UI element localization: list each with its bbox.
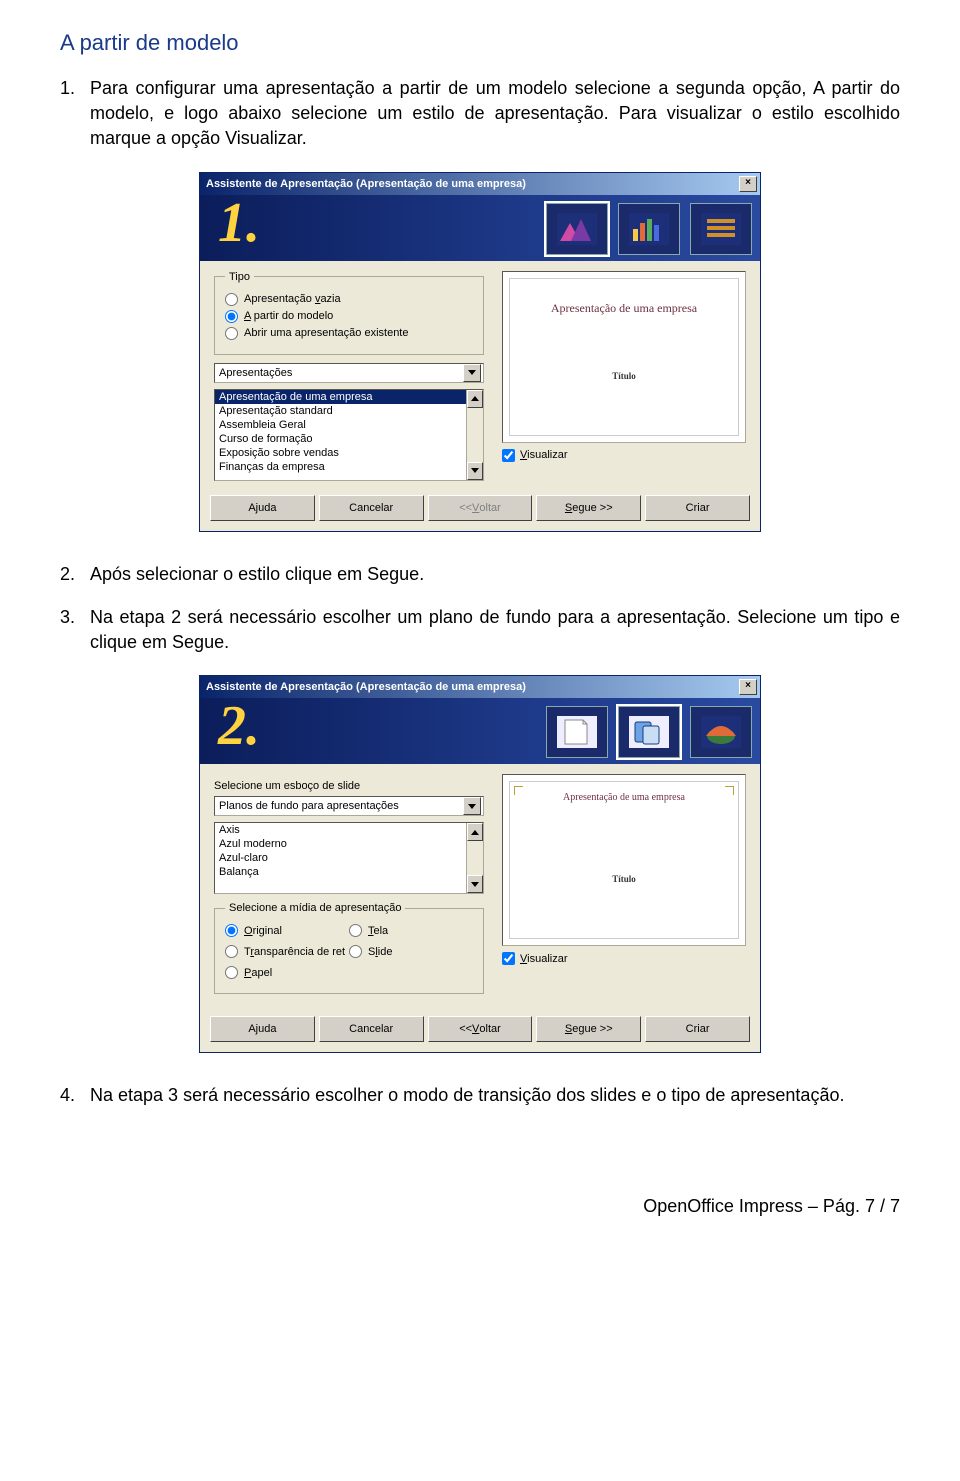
step-3-num: 3.: [60, 605, 90, 655]
step-1-num: 1.: [60, 76, 90, 152]
preview-box: Apresentação de uma empresa Título: [502, 271, 746, 443]
banner-thumb-1: [546, 203, 608, 255]
radio-from-template[interactable]: A partir do modelo: [225, 310, 473, 323]
banner-thumb-3: [690, 203, 752, 255]
bg-list-item[interactable]: Balança: [215, 865, 483, 879]
visualizar-checkbox[interactable]: Visualizar: [502, 449, 746, 462]
dialog2-close-button[interactable]: ×: [739, 679, 757, 695]
template-list-item[interactable]: Apresentação standard: [215, 404, 483, 418]
template-list-item[interactable]: Finanças da empresa: [215, 460, 483, 474]
bg-list-item[interactable]: Axis: [215, 823, 483, 837]
media-original[interactable]: Original: [225, 924, 349, 937]
help-button[interactable]: Ajuda: [210, 495, 315, 521]
list-scrollbar[interactable]: [466, 390, 483, 480]
category-select-value: Apresentações: [219, 367, 292, 379]
type-groupbox: Tipo Apresentação vazia A partir do mode…: [214, 271, 484, 355]
template-list-item[interactable]: Apresentação de uma empresa: [215, 390, 483, 404]
preview-title: Apresentação de uma empresa: [510, 301, 738, 316]
wizard-dialog-step2: Assistente de Apresentação (Apresentação…: [199, 675, 761, 1053]
next-button-2[interactable]: Segue >>: [536, 1016, 641, 1042]
create-button-2[interactable]: Criar: [645, 1016, 750, 1042]
banner-thumb-2: [618, 203, 680, 255]
step-2: 2. Após selecionar o estilo clique em Se…: [60, 562, 900, 587]
bg-list-scrollbar[interactable]: [466, 823, 483, 893]
type-legend: Tipo: [225, 271, 254, 283]
media-groupbox: Selecione a mídia de apresentação Origin…: [214, 902, 484, 994]
step-4-text: Na etapa 3 será necessário escolher o mo…: [90, 1083, 900, 1108]
dialog2-title: Assistente de Apresentação (Apresentação…: [206, 681, 526, 693]
category-select[interactable]: Apresentações: [214, 363, 484, 383]
visualizar2-checkbox[interactable]: Visualizar: [502, 952, 746, 965]
dialog2-banner: 2.: [200, 698, 760, 764]
template-list[interactable]: Apresentação de uma empresaApresentação …: [214, 389, 484, 481]
template-list-item[interactable]: Assembleia Geral: [215, 418, 483, 432]
scroll-down-button[interactable]: [467, 875, 483, 893]
dialog1-close-button[interactable]: ×: [739, 176, 757, 192]
step-3-text: Na etapa 2 será necessário escolher um p…: [90, 605, 900, 655]
bg-category-select[interactable]: Planos de fundo para apresentações: [214, 796, 484, 816]
radio-open-existing[interactable]: Abrir uma apresentação existente: [225, 327, 473, 340]
create-button[interactable]: Criar: [645, 495, 750, 521]
template-list-item[interactable]: Exposição sobre vendas: [215, 446, 483, 460]
scroll-down-button[interactable]: [467, 462, 483, 480]
media-slide[interactable]: Slide: [349, 945, 473, 958]
help-button-2[interactable]: Ajuda: [210, 1016, 315, 1042]
next-button[interactable]: Segue >>: [536, 495, 641, 521]
esboco-label: Selecione um esboço de slide: [214, 780, 484, 792]
preview2-title: Apresentação de uma empresa: [510, 792, 738, 803]
bg-category-select-value: Planos de fundo para apresentações: [219, 800, 399, 812]
media-papel[interactable]: Papel: [225, 966, 349, 979]
dialog1-titlebar[interactable]: Assistente de Apresentação (Apresentação…: [200, 173, 760, 195]
step-2-text: Após selecionar o estilo clique em Segue…: [90, 562, 900, 587]
dropdown-arrow-icon[interactable]: [463, 364, 481, 382]
dialog2-titlebar[interactable]: Assistente de Apresentação (Apresentação…: [200, 676, 760, 698]
preview-box-2: Apresentação de uma empresa Título: [502, 774, 746, 946]
step-4-num: 4.: [60, 1083, 90, 1108]
media-legend: Selecione a mídia de apresentação: [225, 902, 405, 914]
wizard-dialog-step1: Assistente de Apresentação (Apresentação…: [199, 172, 761, 532]
cancel-button-2[interactable]: Cancelar: [319, 1016, 424, 1042]
step-1-text: Para configurar uma apresentação a parti…: [90, 76, 900, 152]
section-title: A partir de modelo: [60, 30, 900, 56]
scroll-up-button[interactable]: [467, 823, 483, 841]
cancel-button[interactable]: Cancelar: [319, 495, 424, 521]
dialog1-banner: 1.: [200, 195, 760, 261]
banner-thumb-a: [546, 706, 608, 758]
banner-thumb-b: [618, 706, 680, 758]
page-footer: OpenOffice Impress – Pág. 7 / 7: [0, 1146, 960, 1237]
preview-subtitle: Título: [510, 371, 738, 381]
step-1: 1. Para configurar uma apresentação a pa…: [60, 76, 900, 152]
media-tela[interactable]: Tela: [349, 924, 473, 937]
scroll-up-button[interactable]: [467, 390, 483, 408]
bg-list-item[interactable]: Azul-claro: [215, 851, 483, 865]
template-list-item[interactable]: Curso de formação: [215, 432, 483, 446]
media-transp[interactable]: Transparência de ret: [225, 945, 349, 958]
dialog1-title: Assistente de Apresentação (Apresentação…: [206, 178, 526, 190]
step-4: 4. Na etapa 3 será necessário escolher o…: [60, 1083, 900, 1108]
back-button-2[interactable]: << Voltar: [428, 1016, 533, 1042]
back-button: << Voltar: [428, 495, 533, 521]
banner-thumb-c: [690, 706, 752, 758]
dialog1-step-number: 1.: [218, 191, 260, 255]
bg-list-item[interactable]: Azul moderno: [215, 837, 483, 851]
preview2-subtitle: Título: [510, 874, 738, 884]
radio-empty[interactable]: Apresentação vazia: [225, 293, 473, 306]
step-3: 3. Na etapa 2 será necessário escolher u…: [60, 605, 900, 655]
bg-list[interactable]: AxisAzul modernoAzul-claroBalança: [214, 822, 484, 894]
step-2-num: 2.: [60, 562, 90, 587]
dialog2-step-number: 2.: [218, 694, 260, 758]
dropdown-arrow-icon[interactable]: [463, 797, 481, 815]
